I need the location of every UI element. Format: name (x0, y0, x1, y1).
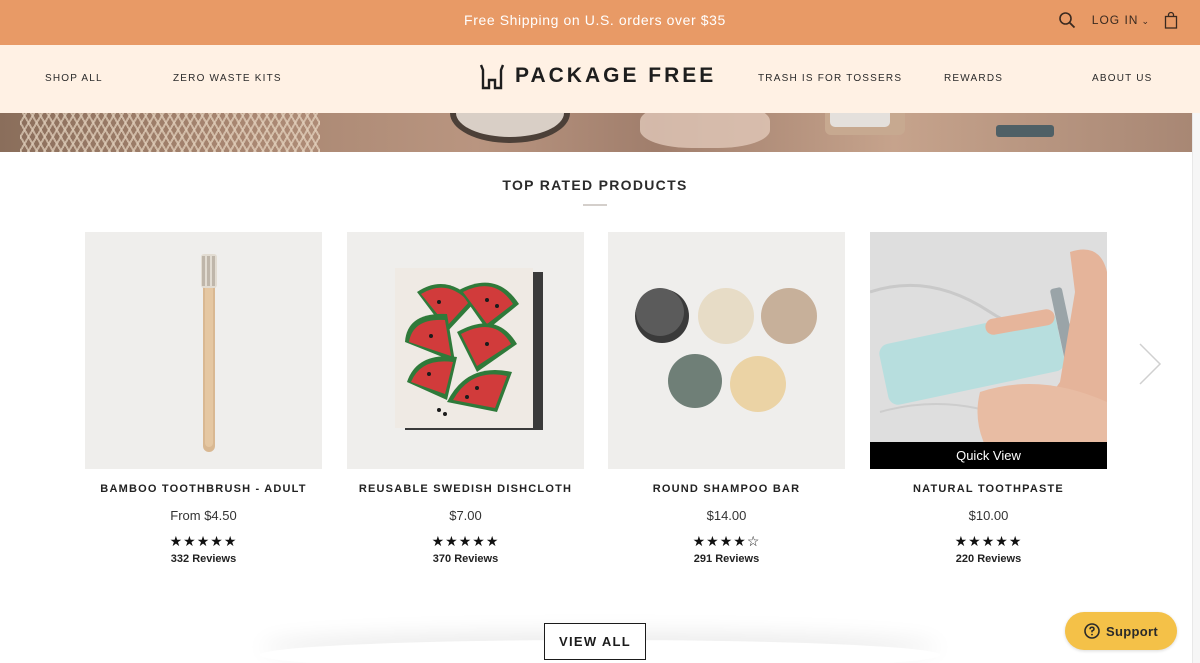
hero-tin-lid (830, 113, 890, 127)
announcement-bar: Free Shipping on U.S. orders over $35 LO… (0, 0, 1200, 45)
product-card[interactable]: REUSABLE SWEDISH DISHCLOTH $7.00 ★★★★★ 3… (347, 232, 584, 565)
logo[interactable]: PACKAGE FREE (477, 61, 716, 91)
shopping-bag-icon[interactable] (1160, 11, 1178, 29)
announcement-text: Free Shipping on U.S. orders over $35 (464, 12, 726, 28)
product-card[interactable]: Quick View NATURAL TOOTHPASTE $10.00 ★★★… (870, 232, 1107, 565)
chevron-down-icon: ⌄ (1141, 15, 1150, 26)
section-title: TOP RATED PRODUCTS (502, 177, 688, 193)
login-label: LOG IN (1091, 13, 1139, 27)
product-image[interactable] (85, 232, 322, 469)
support-button[interactable]: Support (1065, 612, 1177, 650)
logo-text: PACKAGE FREE (515, 64, 717, 87)
page-scrollbar[interactable] (1192, 113, 1200, 663)
review-count[interactable]: 220 Reviews (870, 553, 1107, 565)
product-name[interactable]: ROUND SHAMPOO BAR (608, 483, 845, 495)
carousel-next-arrow-icon[interactable] (1134, 340, 1164, 388)
hero-tube (996, 125, 1054, 137)
product-image[interactable] (347, 232, 584, 469)
product-image[interactable]: Quick View (870, 232, 1107, 469)
star-rating: ★★★★★ (431, 533, 500, 549)
hero-jar (450, 113, 570, 143)
hero-image (0, 113, 1192, 152)
logo-mark-icon (477, 61, 507, 91)
star-rating: ★★★★★ (954, 533, 1023, 549)
nav-trash-is-for-tossers[interactable]: TRASH IS FOR TOSSERS (758, 73, 902, 84)
review-count[interactable]: 291 Reviews (608, 553, 845, 565)
search-icon[interactable] (1058, 11, 1076, 29)
nav-zero-waste-kits[interactable]: ZERO WASTE KITS (173, 73, 282, 84)
product-price: $14.00 (706, 508, 747, 523)
nav-rewards[interactable]: REWARDS (944, 73, 1003, 84)
product-price: $7.00 (449, 508, 482, 523)
support-label: Support (1106, 623, 1158, 639)
product-name[interactable]: NATURAL TOOTHPASTE (870, 483, 1107, 495)
product-card[interactable]: BAMBOO TOOTHBRUSH - ADULT From $4.50 ★★★… (85, 232, 322, 565)
view-all-button[interactable]: VIEW ALL (544, 623, 646, 660)
main-nav: SHOP ALL ZERO WASTE KITS PACKAGE FREE TR… (0, 45, 1200, 113)
star-rating: ★★★★★ (169, 533, 238, 549)
review-count[interactable]: 332 Reviews (85, 553, 322, 565)
product-price: $10.00 (968, 508, 1009, 523)
product-card[interactable]: ROUND SHAMPOO BAR $14.00 ★★★★☆ 291 Revie… (608, 232, 845, 565)
product-image[interactable] (608, 232, 845, 469)
nav-shop-all[interactable]: SHOP ALL (45, 73, 103, 84)
product-name[interactable]: BAMBOO TOOTHBRUSH - ADULT (85, 483, 322, 495)
hero-glass (640, 113, 770, 148)
title-divider (583, 204, 607, 206)
hero-net-bag (20, 113, 320, 152)
nav-about-us[interactable]: ABOUT US (1092, 73, 1153, 84)
login-link[interactable]: LOG IN ⌄ (1092, 13, 1150, 27)
star-rating: ★★★★☆ (692, 533, 761, 549)
quick-view-button[interactable]: Quick View (870, 442, 1107, 469)
help-icon (1084, 623, 1100, 639)
review-count[interactable]: 370 Reviews (347, 553, 584, 565)
product-price: From $4.50 (170, 508, 237, 523)
utility-nav: LOG IN ⌄ (1058, 11, 1178, 29)
product-name[interactable]: REUSABLE SWEDISH DISHCLOTH (347, 483, 584, 495)
